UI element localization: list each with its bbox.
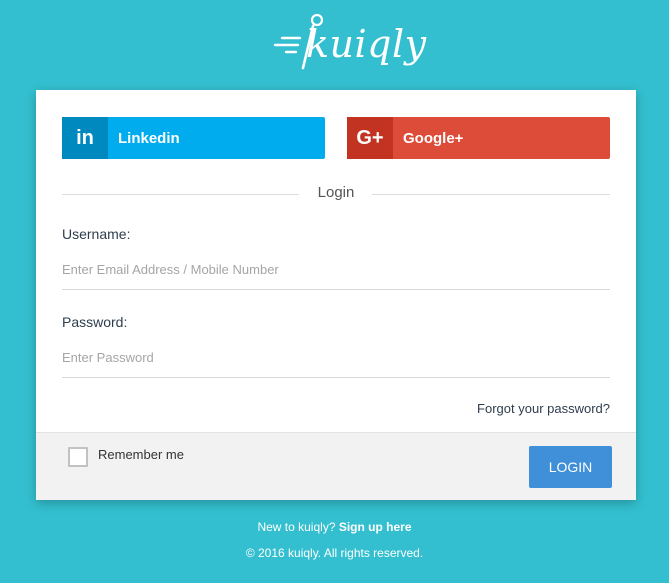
card-footer: Remember me LOGIN	[36, 432, 636, 500]
brand-name: kuiqly	[306, 22, 427, 66]
remember-me-checkbox[interactable]	[68, 447, 88, 467]
google-login-button[interactable]: G+ Google+	[347, 117, 610, 159]
remember-me-control[interactable]: Remember me	[68, 447, 184, 467]
remember-me-label: Remember me	[98, 446, 184, 462]
username-input[interactable]	[62, 250, 610, 290]
login-button[interactable]: LOGIN	[529, 446, 612, 488]
new-user-text: New to kuiqly?	[257, 520, 336, 534]
linkedin-icon: in	[62, 117, 108, 159]
kuiqly-logo: kuiqly	[270, 10, 426, 78]
linkedin-login-button[interactable]: in Linkedin	[62, 117, 325, 159]
copyright-text: © 2016 kuiqly. All rights reserved.	[245, 546, 424, 560]
password-label: Password:	[62, 314, 128, 330]
login-page: kuiqly in Linkedin G+ Google+ Login User…	[0, 0, 669, 583]
forgot-password-link[interactable]: Forgot your password?	[477, 401, 610, 416]
password-input[interactable]	[62, 338, 610, 378]
linkedin-label: Linkedin	[118, 129, 180, 147]
signup-prompt: New to kuiqly? Sign up here	[0, 520, 669, 534]
google-label: Google+	[403, 129, 464, 147]
username-label: Username:	[62, 226, 131, 242]
login-divider-label: Login	[317, 184, 355, 201]
google-plus-icon: G+	[347, 117, 393, 159]
signup-link[interactable]: Sign up here	[339, 520, 412, 534]
login-card: in Linkedin G+ Google+ Login Username: P…	[36, 90, 636, 500]
